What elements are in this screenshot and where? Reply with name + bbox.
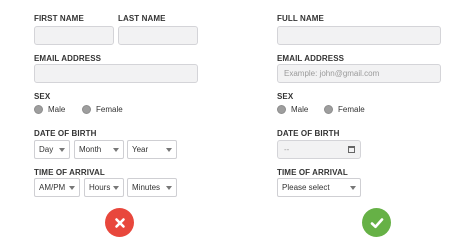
email-input[interactable] xyxy=(34,64,198,83)
dob-date-input[interactable]: -- xyxy=(277,140,361,159)
chevron-down-icon xyxy=(350,186,356,190)
email-placeholder: Example: john@gmail.com xyxy=(284,69,380,78)
radio-dot-icon xyxy=(34,105,43,114)
dob-month-value: Month xyxy=(79,145,102,154)
valid-status-badge xyxy=(362,208,391,237)
arrival-ampm-value: AM/PM xyxy=(39,183,66,192)
sex-option-male-label: Male xyxy=(291,105,309,114)
sex-label: SEX xyxy=(34,92,51,101)
arrival-hours-select[interactable]: Hours xyxy=(84,178,124,197)
sex-option-female-label: Female xyxy=(338,105,365,114)
full-name-input[interactable] xyxy=(277,26,441,45)
dob-year-value: Year xyxy=(132,145,149,154)
radio-dot-icon xyxy=(277,105,286,114)
email-input[interactable]: Example: john@gmail.com xyxy=(277,64,441,83)
first-name-label: FIRST NAME xyxy=(34,14,84,23)
chevron-down-icon xyxy=(166,148,172,152)
sex-radio-male[interactable]: Male xyxy=(34,105,65,114)
email-label: EMAIL ADDRESS xyxy=(277,54,345,63)
arrival-ampm-select[interactable]: AM/PM xyxy=(34,178,80,197)
x-icon xyxy=(114,217,125,228)
sex-radio-female[interactable]: Female xyxy=(82,105,123,114)
sex-label: SEX xyxy=(277,92,294,101)
sex-radio-female[interactable]: Female xyxy=(324,105,365,114)
sex-option-female-label: Female xyxy=(96,105,123,114)
invalid-status-badge xyxy=(105,208,134,237)
radio-dot-icon xyxy=(82,105,91,114)
arrival-minutes-value: Minutes xyxy=(132,183,161,192)
dob-year-select[interactable]: Year xyxy=(127,140,177,159)
arrival-label: TIME OF ARRIVAL xyxy=(277,168,348,177)
arrival-select[interactable]: Please select xyxy=(277,178,361,197)
sex-option-male-label: Male xyxy=(48,105,66,114)
check-icon xyxy=(370,217,383,228)
chevron-down-icon xyxy=(69,186,75,190)
chevron-down-icon xyxy=(59,148,65,152)
chevron-down-icon xyxy=(166,186,172,190)
dob-label: DATE OF BIRTH xyxy=(277,129,340,138)
chevron-down-icon xyxy=(113,148,119,152)
dob-date-value: -- xyxy=(284,145,290,154)
dob-month-select[interactable]: Month xyxy=(74,140,124,159)
email-label: EMAIL ADDRESS xyxy=(34,54,102,63)
dob-day-select[interactable]: Day xyxy=(34,140,70,159)
dob-day-value: Day xyxy=(39,145,54,154)
radio-dot-icon xyxy=(324,105,333,114)
arrival-hours-value: Hours xyxy=(89,183,111,192)
first-name-input[interactable] xyxy=(34,26,114,45)
arrival-label: TIME OF ARRIVAL xyxy=(34,168,105,177)
last-name-label: LAST NAME xyxy=(118,14,166,23)
last-name-input[interactable] xyxy=(118,26,198,45)
arrival-minutes-select[interactable]: Minutes xyxy=(127,178,177,197)
full-name-label: FULL NAME xyxy=(277,14,324,23)
sex-radio-male[interactable]: Male xyxy=(277,105,308,114)
arrival-select-value: Please select xyxy=(282,183,330,192)
calendar-icon[interactable] xyxy=(348,146,355,153)
dob-label: DATE OF BIRTH xyxy=(34,129,97,138)
chevron-down-icon xyxy=(113,186,119,190)
